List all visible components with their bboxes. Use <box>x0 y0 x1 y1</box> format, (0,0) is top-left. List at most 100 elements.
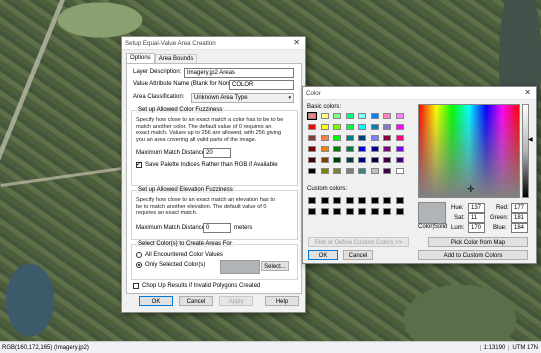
custom-color-swatch[interactable] <box>320 197 329 204</box>
basic-color-swatch[interactable] <box>395 146 404 152</box>
basic-color-swatch[interactable] <box>308 135 316 141</box>
basic-color-swatch[interactable] <box>308 157 316 163</box>
basic-color-swatch[interactable] <box>358 124 366 130</box>
custom-color-swatch[interactable] <box>345 197 354 204</box>
color-ok-button[interactable]: OK <box>308 250 338 260</box>
basic-color-swatch[interactable] <box>383 168 391 174</box>
basic-color-swatch[interactable] <box>370 168 379 174</box>
basic-color-swatch[interactable] <box>370 124 379 130</box>
custom-color-swatch[interactable] <box>370 197 379 204</box>
custom-color-swatch[interactable] <box>395 197 404 204</box>
basic-color-swatch[interactable] <box>345 157 354 163</box>
basic-color-swatch[interactable] <box>333 168 341 174</box>
custom-color-swatch[interactable] <box>308 208 316 215</box>
basic-color-swatch[interactable] <box>370 157 379 163</box>
area-classification-select[interactable]: Unknown Area Type ▾ <box>191 93 294 103</box>
lum-input[interactable]: 170 <box>468 223 485 233</box>
apply-button[interactable]: Apply <box>219 296 253 306</box>
custom-color-swatch[interactable] <box>333 208 341 215</box>
basic-color-swatch[interactable] <box>320 146 329 152</box>
luminance-slider[interactable] <box>522 104 529 198</box>
color-dialog-titlebar[interactable]: Color ✕ <box>303 87 536 100</box>
basic-color-swatch[interactable] <box>358 157 366 163</box>
hue-input[interactable]: 137 <box>468 203 485 213</box>
basic-color-swatch[interactable] <box>320 113 329 119</box>
basic-color-swatch[interactable] <box>308 146 316 152</box>
basic-color-swatch[interactable] <box>320 124 329 130</box>
luminance-arrow-icon[interactable]: ◀ <box>528 136 533 143</box>
basic-color-swatch[interactable] <box>345 146 354 152</box>
tab-area-bounds[interactable]: Area Bounds <box>154 54 198 63</box>
basic-color-swatch[interactable] <box>333 135 341 141</box>
custom-color-swatch[interactable] <box>308 197 316 204</box>
green-input[interactable]: 181 <box>511 213 528 223</box>
basic-color-swatch[interactable] <box>370 113 379 119</box>
close-icon[interactable]: ✕ <box>524 88 531 97</box>
max-match-input[interactable]: 20 <box>203 148 231 158</box>
basic-color-swatch[interactable] <box>395 135 404 141</box>
basic-color-swatch[interactable] <box>345 168 354 174</box>
basic-color-swatch[interactable] <box>345 113 354 119</box>
basic-color-swatch[interactable] <box>383 146 391 152</box>
basic-color-swatch[interactable] <box>333 124 341 130</box>
red-input[interactable]: 177 <box>511 203 528 213</box>
save-palette-checkbox[interactable] <box>136 160 142 168</box>
color-cancel-button[interactable]: Cancel <box>343 250 373 260</box>
basic-color-swatch[interactable] <box>308 124 316 130</box>
basic-color-swatch[interactable] <box>395 168 404 174</box>
basic-color-swatch[interactable] <box>383 135 391 141</box>
basic-color-swatch[interactable] <box>307 112 317 120</box>
custom-color-swatch[interactable] <box>345 208 354 215</box>
basic-color-swatch[interactable] <box>358 146 366 152</box>
basic-color-swatch[interactable] <box>395 157 404 163</box>
select-colors-button[interactable]: Select... <box>261 261 289 271</box>
basic-color-swatch[interactable] <box>358 135 366 141</box>
basic-color-swatch[interactable] <box>320 135 329 141</box>
basic-color-swatch[interactable] <box>383 124 391 130</box>
sat-input[interactable]: 11 <box>468 213 485 223</box>
basic-color-swatch[interactable] <box>383 157 391 163</box>
basic-color-swatch[interactable] <box>358 168 366 174</box>
basic-color-swatch[interactable] <box>333 146 341 152</box>
close-icon[interactable]: ✕ <box>293 38 300 47</box>
basic-color-swatch[interactable] <box>358 113 366 119</box>
basic-color-swatch[interactable] <box>345 124 354 130</box>
custom-color-swatch[interactable] <box>383 208 391 215</box>
ok-button[interactable]: OK <box>139 296 173 306</box>
basic-color-swatch[interactable] <box>333 157 341 163</box>
add-to-custom-colors-button[interactable]: Add to Custom Colors <box>418 250 528 260</box>
custom-color-swatch[interactable] <box>383 197 391 204</box>
color-spectrum-field[interactable]: ✛ <box>418 104 520 198</box>
basic-color-swatch[interactable] <box>383 113 391 119</box>
tab-options[interactable]: Options <box>126 53 155 63</box>
basic-color-swatch[interactable] <box>395 124 404 130</box>
basic-color-swatch[interactable] <box>345 135 354 141</box>
custom-color-swatch[interactable] <box>333 197 341 204</box>
basic-color-swatch[interactable] <box>333 113 341 119</box>
basic-color-swatch[interactable] <box>320 157 329 163</box>
layer-description-input[interactable]: Imagery.jp2 Areas <box>184 68 294 78</box>
basic-color-swatch[interactable] <box>370 135 379 141</box>
basic-color-swatch[interactable] <box>395 113 404 119</box>
custom-color-swatch[interactable] <box>358 197 366 204</box>
cancel-button[interactable]: Cancel <box>179 296 213 306</box>
basic-color-swatch[interactable] <box>370 146 379 152</box>
dialog-titlebar[interactable]: Setup Equal-Value Area Creation ✕ <box>122 37 305 50</box>
custom-color-swatch[interactable] <box>320 208 329 215</box>
custom-color-swatch[interactable] <box>395 208 404 215</box>
custom-color-swatch[interactable] <box>370 208 379 215</box>
value-attribute-input[interactable]: COLOR <box>229 80 294 90</box>
basic-color-swatch[interactable] <box>308 168 316 174</box>
all-colors-radio[interactable] <box>136 252 142 258</box>
blue-input[interactable]: 184 <box>511 223 528 233</box>
chop-up-checkbox[interactable] <box>133 283 139 289</box>
elevation-max-input[interactable]: 0 <box>203 223 231 233</box>
only-selected-radio[interactable] <box>136 262 142 268</box>
status-coordinates-text: RGB(160,172,165) (Imagery.jp2) <box>2 344 89 351</box>
basic-color-swatch[interactable] <box>320 168 329 174</box>
define-custom-colors-button[interactable]: Pick or Define Custom Colors >> <box>308 237 409 247</box>
help-button[interactable]: Help <box>265 296 299 306</box>
pick-color-from-map-button[interactable]: Pick Color from Map <box>428 237 528 247</box>
custom-color-swatch[interactable] <box>358 208 366 215</box>
color-dialog: Color ✕ Basic colors: Custom colors: Pic… <box>302 86 537 264</box>
